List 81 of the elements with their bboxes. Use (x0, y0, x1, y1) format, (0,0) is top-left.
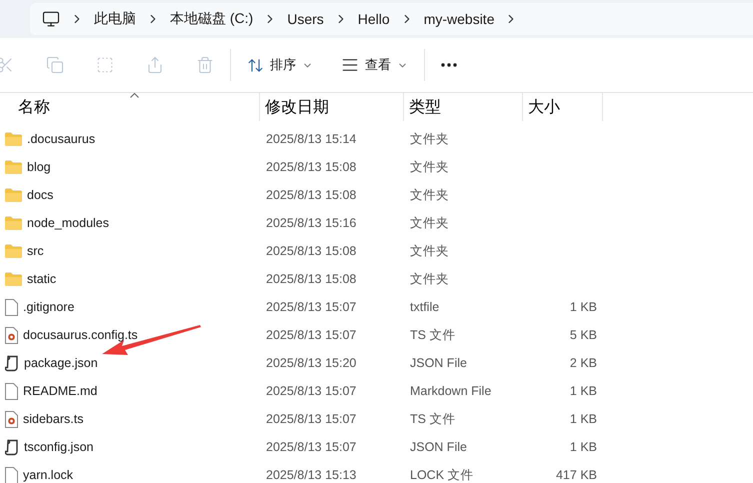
type-cell-text: 文件夹 (409, 242, 450, 260)
date-cell-text: 2025/8/13 15:07 (265, 300, 358, 314)
breadcrumb-item[interactable]: Users (277, 11, 334, 27)
size-cell-text: 1 KB (568, 300, 598, 314)
breadcrumb-item[interactable]: Hello (348, 11, 400, 27)
date-cell-text: 2025/8/13 15:08 (265, 160, 358, 174)
file-name[interactable]: README.md (0, 382, 260, 400)
column-header[interactable]: 修改日期 (260, 93, 404, 121)
document-icon (5, 466, 18, 483)
type-cell-text: JSON File (409, 440, 468, 454)
breadcrumb-item[interactable]: my-website (414, 11, 504, 27)
folder-icon (5, 216, 22, 230)
column-header[interactable]: 名称 (0, 93, 260, 121)
file-name[interactable]: yarn.lock (0, 466, 260, 483)
date-cell-text: 2025/8/13 15:08 (265, 244, 358, 258)
breadcrumb-item[interactable]: 本地磁盘 (C:) (160, 10, 264, 28)
type-cell-text: TS 文件 (409, 410, 456, 428)
type-cell-text: TS 文件 (409, 326, 456, 344)
size-cell-text: 417 KB (554, 468, 598, 482)
share-icon (146, 56, 164, 74)
size-cell-text: 1 KB (568, 440, 598, 454)
type-cell-text: 文件夹 (409, 158, 450, 176)
column-header[interactable]: 大小 (523, 93, 603, 121)
size-cell-text: 2 KB (568, 356, 598, 370)
date-cell-text: 2025/8/13 15:08 (265, 272, 358, 286)
type-cell-text: 文件夹 (409, 270, 450, 288)
date-cell-text: 2025/8/13 15:07 (265, 384, 358, 398)
folder-icon (5, 160, 22, 174)
media-file-icon (5, 410, 18, 428)
address-bar[interactable]: 此电脑 本地磁盘 (C:) Users Hello my-website (30, 3, 753, 35)
type-cell-text: 文件夹 (409, 186, 450, 204)
sort-icon (247, 56, 264, 74)
lines-icon (341, 56, 359, 74)
computer-icon (42, 10, 60, 28)
date-cell-text: 2025/8/13 15:07 (265, 412, 358, 426)
rename-icon (96, 56, 114, 74)
type-cell-text: LOCK 文件 (409, 466, 475, 483)
file-name[interactable]: sidebars.ts (0, 410, 260, 428)
folder-icon (5, 188, 22, 202)
file-name[interactable]: docs (0, 188, 260, 202)
copy-icon (46, 56, 64, 74)
file-name[interactable]: node_modules (0, 216, 260, 230)
cut-icon (0, 56, 14, 74)
type-cell-text: 文件夹 (409, 130, 450, 148)
file-name[interactable]: tsconfig.json (0, 438, 260, 456)
file-name[interactable]: blog (0, 160, 260, 174)
column-header[interactable]: 类型 (404, 93, 523, 121)
size-cell-text: 1 KB (568, 412, 598, 426)
file-name[interactable]: .gitignore (0, 298, 260, 316)
type-cell-text: JSON File (409, 356, 468, 370)
document-icon (5, 382, 18, 400)
breadcrumb-item[interactable]: 此电脑 (84, 10, 146, 28)
file-name[interactable]: src (0, 244, 260, 258)
file-name[interactable]: .docusaurus (0, 132, 260, 146)
date-cell-text: 2025/8/13 15:08 (265, 188, 358, 202)
script-file-icon (5, 438, 19, 456)
folder-icon (5, 132, 22, 146)
file-name[interactable]: static (0, 272, 260, 286)
date-cell-text: 2025/8/13 15:07 (265, 328, 358, 342)
date-cell-text: 2025/8/13 15:20 (265, 356, 358, 370)
media-file-icon (5, 326, 18, 344)
document-icon (5, 298, 18, 316)
sort-caret-icon (130, 93, 138, 98)
date-cell-text: 2025/8/13 15:13 (265, 468, 358, 482)
more-icon (441, 63, 457, 67)
type-cell-text: txtfile (409, 300, 440, 314)
folder-icon (5, 272, 22, 286)
size-cell-text: 5 KB (568, 328, 598, 342)
script-file-icon (5, 354, 19, 372)
date-cell-text: 2025/8/13 15:07 (265, 440, 358, 454)
type-cell-text: Markdown File (409, 384, 492, 398)
sort-button[interactable]: 排序 (237, 50, 323, 80)
size-cell-text: 1 KB (568, 384, 598, 398)
date-cell-text: 2025/8/13 15:16 (265, 216, 358, 230)
file-name[interactable]: docusaurus.config.ts (0, 326, 260, 344)
date-cell-text: 2025/8/13 15:14 (265, 132, 358, 146)
file-name[interactable]: package.json (0, 354, 260, 372)
folder-icon (5, 244, 22, 258)
type-cell-text: 文件夹 (409, 214, 450, 232)
delete-icon (196, 56, 214, 74)
view-button[interactable]: 查看 (331, 50, 418, 80)
